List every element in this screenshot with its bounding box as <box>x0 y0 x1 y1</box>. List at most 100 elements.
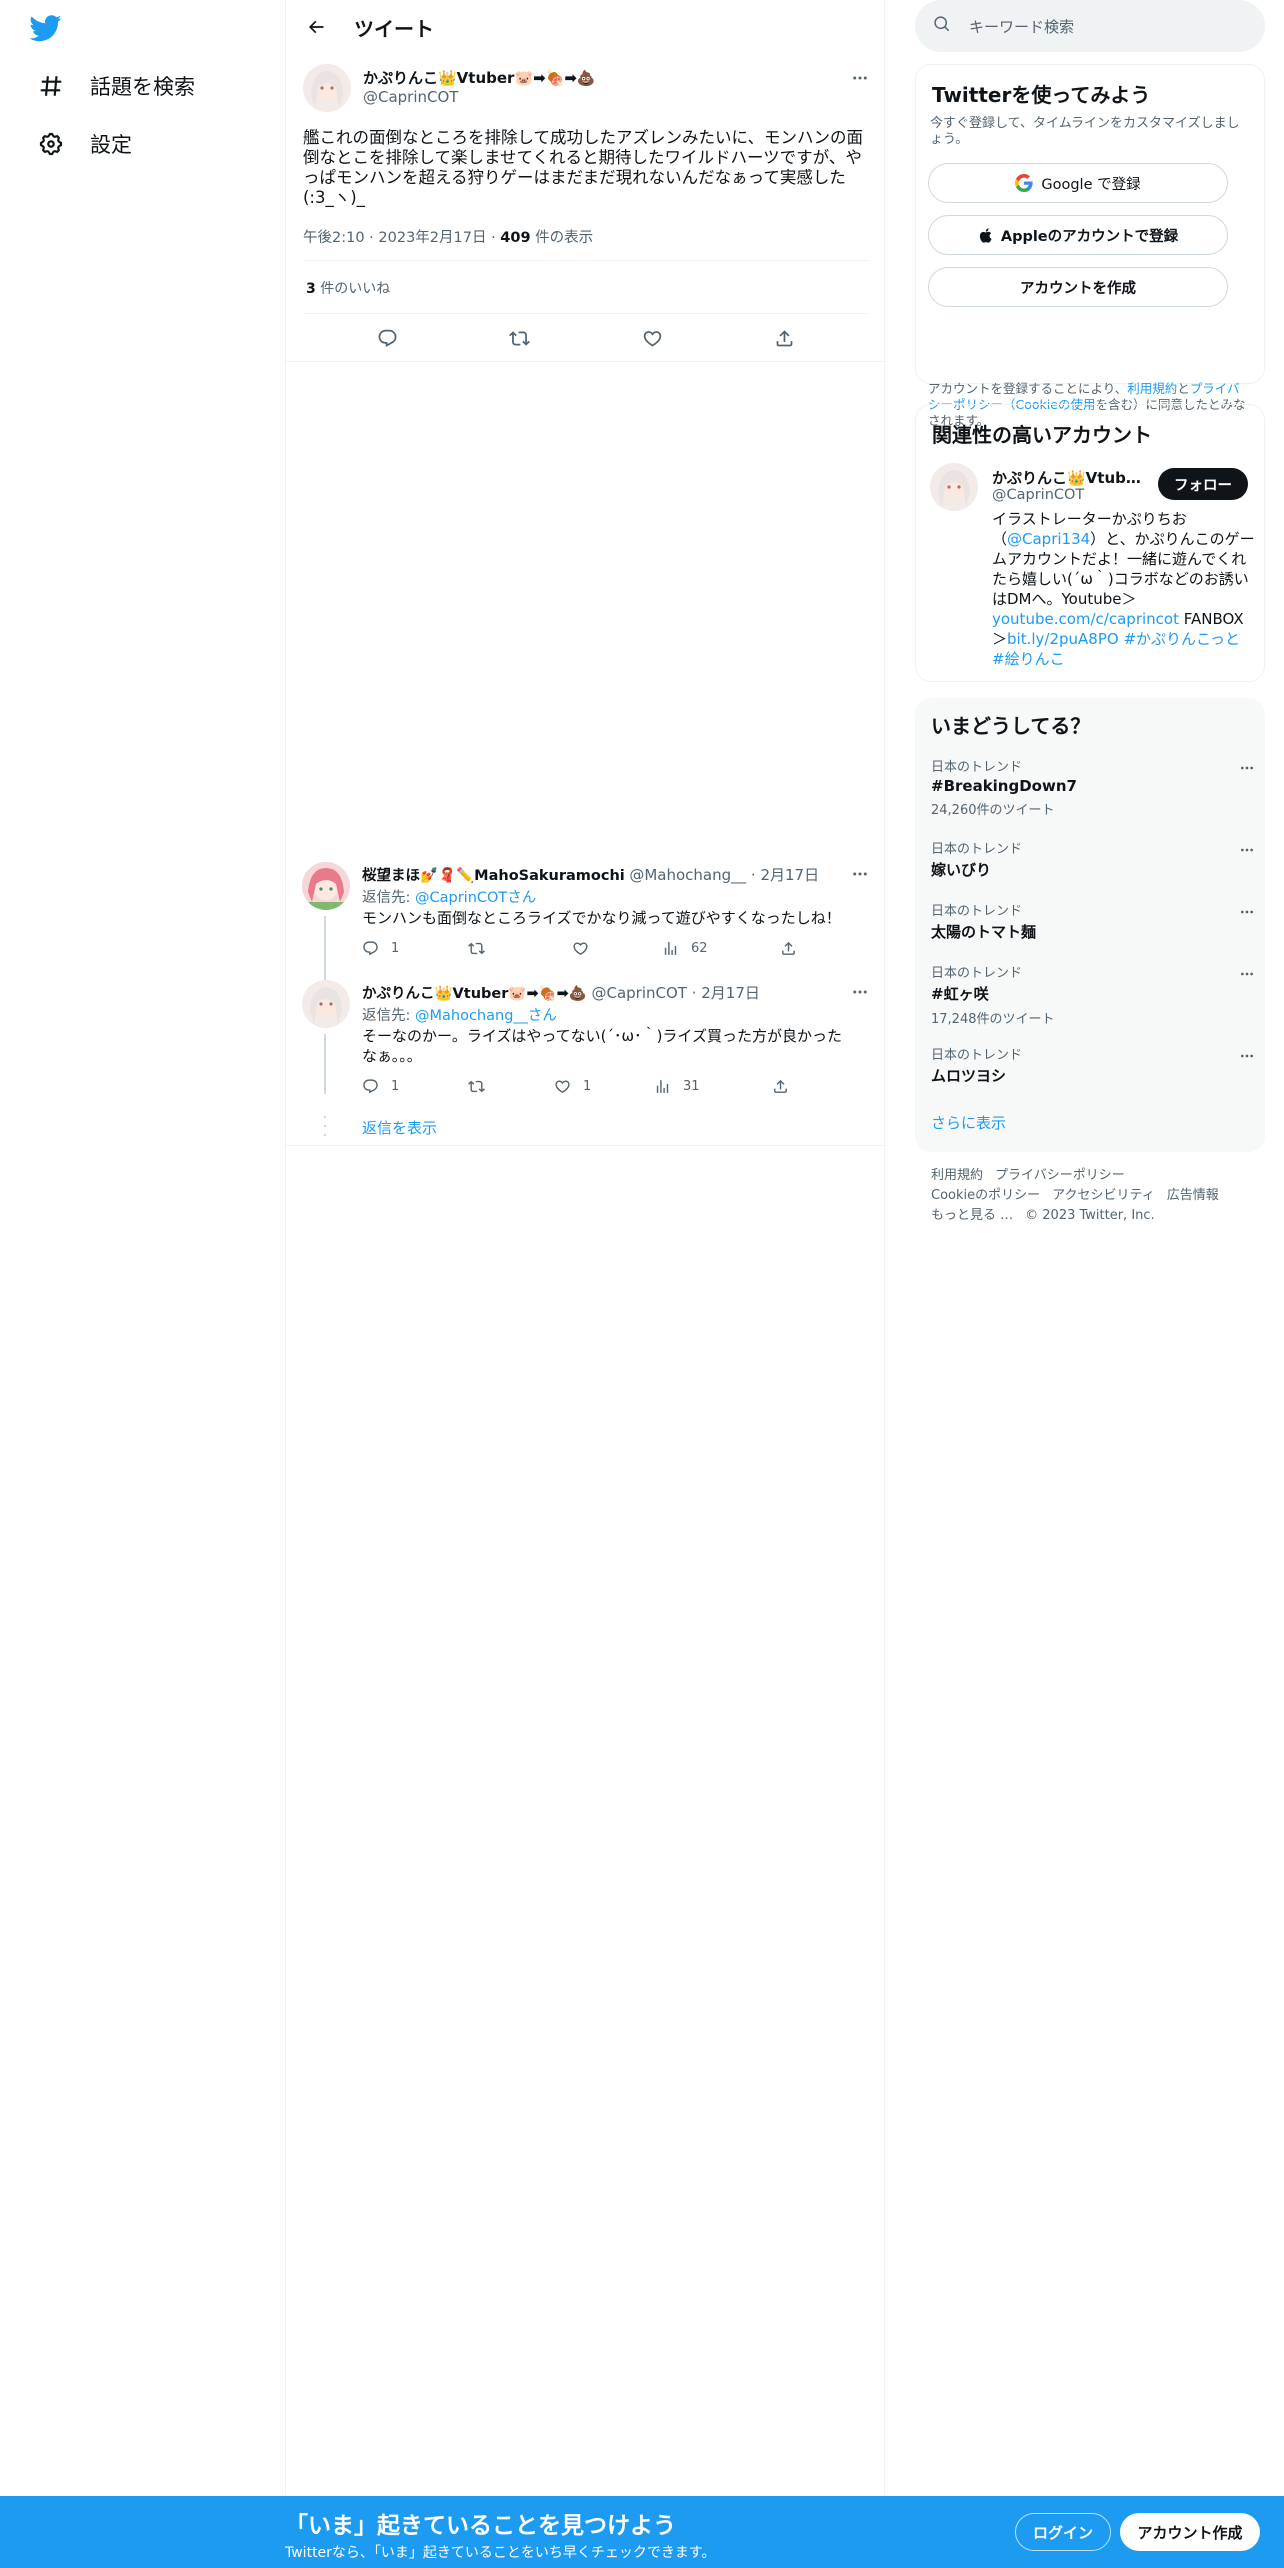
divider <box>303 313 869 314</box>
footer-link[interactable]: アクセシビリティ <box>1052 1188 1155 1203</box>
likes-summary[interactable]: 3 件のいいね <box>306 278 390 298</box>
reply-header: かぷりんこ👑Vtuber🐷➡🍖➡💩 @CaprinCOT · 2月17日 <box>362 982 760 1003</box>
trend-item[interactable]: 日本のトレンド 嫁いびり <box>931 838 1253 880</box>
avatar[interactable] <box>930 463 978 511</box>
legal-and: と <box>1177 381 1190 396</box>
avatar[interactable] <box>303 64 351 112</box>
avatar[interactable] <box>302 980 350 1028</box>
footer-link[interactable]: 利用規約 <box>931 1168 983 1183</box>
google-signup-label: Google で登録 <box>1041 176 1141 193</box>
like-button[interactable] <box>572 940 662 957</box>
avatar[interactable] <box>302 862 350 910</box>
bio-youtube-link[interactable]: youtube.com/c/caprincot <box>992 610 1179 628</box>
reply-tweet[interactable]: 桜望まほ💅🧣✏️MahoSakuramochi @Mahochang__ · 2… <box>286 862 886 980</box>
signup-button[interactable]: アカウント作成 <box>1120 2513 1260 2551</box>
gear-icon <box>36 129 66 159</box>
footer-link[interactable]: もっと見る … <box>931 1208 1013 1223</box>
trend-item[interactable]: 日本のトレンド #BreakingDown7 24,260件のツイート <box>931 756 1253 818</box>
retweet-button[interactable] <box>468 1078 554 1095</box>
more-options-icon[interactable] <box>1235 1044 1259 1068</box>
create-account-button[interactable]: アカウントを作成 <box>928 267 1228 307</box>
bottom-bar-subtitle: Twitterなら、「いま」起きていることをいち早くチェックできます。 <box>285 2545 716 2561</box>
trends-card: いまどうしてる？ 日本のトレンド #BreakingDown7 24,260件の… <box>915 698 1265 1152</box>
google-signup-button[interactable]: Google で登録 <box>928 163 1228 203</box>
related-account-bio: イラストレーターかぷりちお（@Capri134）と、かぷりんこのゲームアカウント… <box>992 509 1257 669</box>
share-button[interactable] <box>772 1078 878 1095</box>
more-options-icon[interactable] <box>848 862 872 886</box>
twitter-logo-icon[interactable] <box>29 12 70 46</box>
trend-item[interactable]: 日本のトレンド ムロツヨシ <box>931 1044 1253 1086</box>
nav-settings[interactable]: 設定 <box>28 120 140 168</box>
more-options-icon[interactable] <box>848 980 872 1004</box>
terms-link[interactable]: 利用規約 <box>1127 381 1177 396</box>
reply-to-mention[interactable]: @CaprinCOTさん <box>415 890 536 906</box>
views-button[interactable]: 31 <box>654 1078 772 1095</box>
reply-to-line: 返信先: @Mahochang__さん <box>362 1004 557 1025</box>
legal-prefix: アカウントを登録することにより、 <box>928 381 1128 396</box>
bio-mention-link[interactable]: @Capri134 <box>1007 530 1090 548</box>
like-icon[interactable] <box>642 322 663 354</box>
more-options-icon[interactable] <box>1235 838 1259 862</box>
like-button[interactable]: 1 <box>554 1078 654 1095</box>
more-options-icon[interactable] <box>1235 900 1259 924</box>
more-options-icon[interactable] <box>1235 962 1259 986</box>
like-icon <box>555 1080 570 1093</box>
retweet-icon <box>468 942 485 955</box>
reply-button[interactable]: 1 <box>362 940 468 957</box>
related-account-name[interactable]: かぷりんこ👑Vtuber🐷➡🍖➡💩 <box>992 467 1142 488</box>
tweet-time[interactable]: 午後2:10 <box>303 230 365 246</box>
footer-link[interactable]: 広告情報 <box>1167 1188 1219 1203</box>
trend-item[interactable]: 日本のトレンド 太陽のトマト麺 <box>931 900 1253 942</box>
trend-context: 日本のトレンド <box>931 842 1023 857</box>
reply-to-label: 返信先: <box>362 890 415 906</box>
reply-icon[interactable] <box>377 322 398 354</box>
search-input[interactable]: キーワード検索 <box>915 0 1265 52</box>
apple-icon <box>978 227 995 244</box>
show-replies-link[interactable]: 返信を表示 <box>362 1117 437 1138</box>
tweet-text: 艦これの面倒なところを排除して成功したアズレンみたいに、モンハンの面倒なとこを排… <box>303 128 864 207</box>
tweet-author-name[interactable]: かぷりんこ👑Vtuber🐷➡🍖➡💩 <box>363 67 596 88</box>
view-count: 62 <box>691 941 708 956</box>
trend-count: 24,260件のツイート <box>931 803 1055 818</box>
share-icon[interactable] <box>774 322 795 354</box>
reply-author-handle[interactable]: @Mahochang__ <box>629 866 746 884</box>
show-more-link[interactable]: さらに表示 <box>931 1112 1006 1133</box>
back-arrow-icon[interactable] <box>298 9 334 45</box>
trend-count: 17,248件のツイート <box>931 1012 1055 1027</box>
tweet-date[interactable]: 2023年2月17日 <box>378 230 486 246</box>
reply-tweet[interactable]: かぷりんこ👑Vtuber🐷➡🍖➡💩 @CaprinCOT · 2月17日 返信先… <box>286 980 886 1100</box>
bio-fanbox-link[interactable]: bit.ly/2puA8PO <box>1007 630 1119 648</box>
views-button[interactable]: 62 <box>662 940 780 957</box>
reply-date[interactable]: 2月17日 <box>701 982 760 1003</box>
apple-signup-button[interactable]: Appleのアカウントで登録 <box>928 215 1228 255</box>
reply-author-handle[interactable]: @CaprinCOT <box>591 984 686 1002</box>
related-account-handle[interactable]: @CaprinCOT <box>992 487 1084 503</box>
reply-author-name[interactable]: かぷりんこ👑Vtuber🐷➡🍖➡💩 <box>362 982 587 1003</box>
footer-link[interactable]: プライバシーポリシー <box>995 1168 1125 1183</box>
reply-actions: 1 62 <box>362 940 886 957</box>
more-options-icon[interactable] <box>848 66 872 90</box>
footer-link[interactable]: Cookieのポリシー <box>931 1188 1040 1203</box>
divider <box>286 1145 886 1146</box>
more-options-icon[interactable] <box>1235 756 1259 780</box>
main-column: ツイート かぷりんこ👑Vtuber🐷➡🍖➡💩 @CaprinCOT 艦これの面倒… <box>285 0 886 2568</box>
nav-explore[interactable]: 話題を検索 <box>28 62 203 110</box>
retweet-button[interactable] <box>468 940 572 957</box>
login-button[interactable]: ログイン <box>1015 2513 1111 2551</box>
trend-item[interactable]: 日本のトレンド #虹ヶ咲 17,248件のツイート <box>931 962 1253 1027</box>
follow-button[interactable]: フォロー <box>1158 468 1248 500</box>
divider <box>303 260 869 261</box>
divider <box>286 361 886 362</box>
trend-name: 嫁いびり <box>931 861 992 879</box>
thread-dots <box>322 1114 328 1138</box>
reply-button[interactable]: 1 <box>362 1078 468 1095</box>
signup-subtitle: 今すぐ登録して、タイムラインをカスタマイズしましょう。 <box>930 116 1240 147</box>
retweet-icon[interactable] <box>509 322 531 354</box>
tweet-author-handle[interactable]: @CaprinCOT <box>363 88 458 106</box>
reply-to-mention[interactable]: @Mahochang__さん <box>415 1008 557 1024</box>
reply-count: 1 <box>391 1079 400 1094</box>
reply-author-name[interactable]: 桜望まほ💅🧣✏️MahoSakuramochi <box>362 864 625 885</box>
share-button[interactable] <box>780 940 886 957</box>
reply-date[interactable]: 2月17日 <box>760 864 819 885</box>
signup-title: Twitterを使ってみよう <box>932 83 1151 107</box>
